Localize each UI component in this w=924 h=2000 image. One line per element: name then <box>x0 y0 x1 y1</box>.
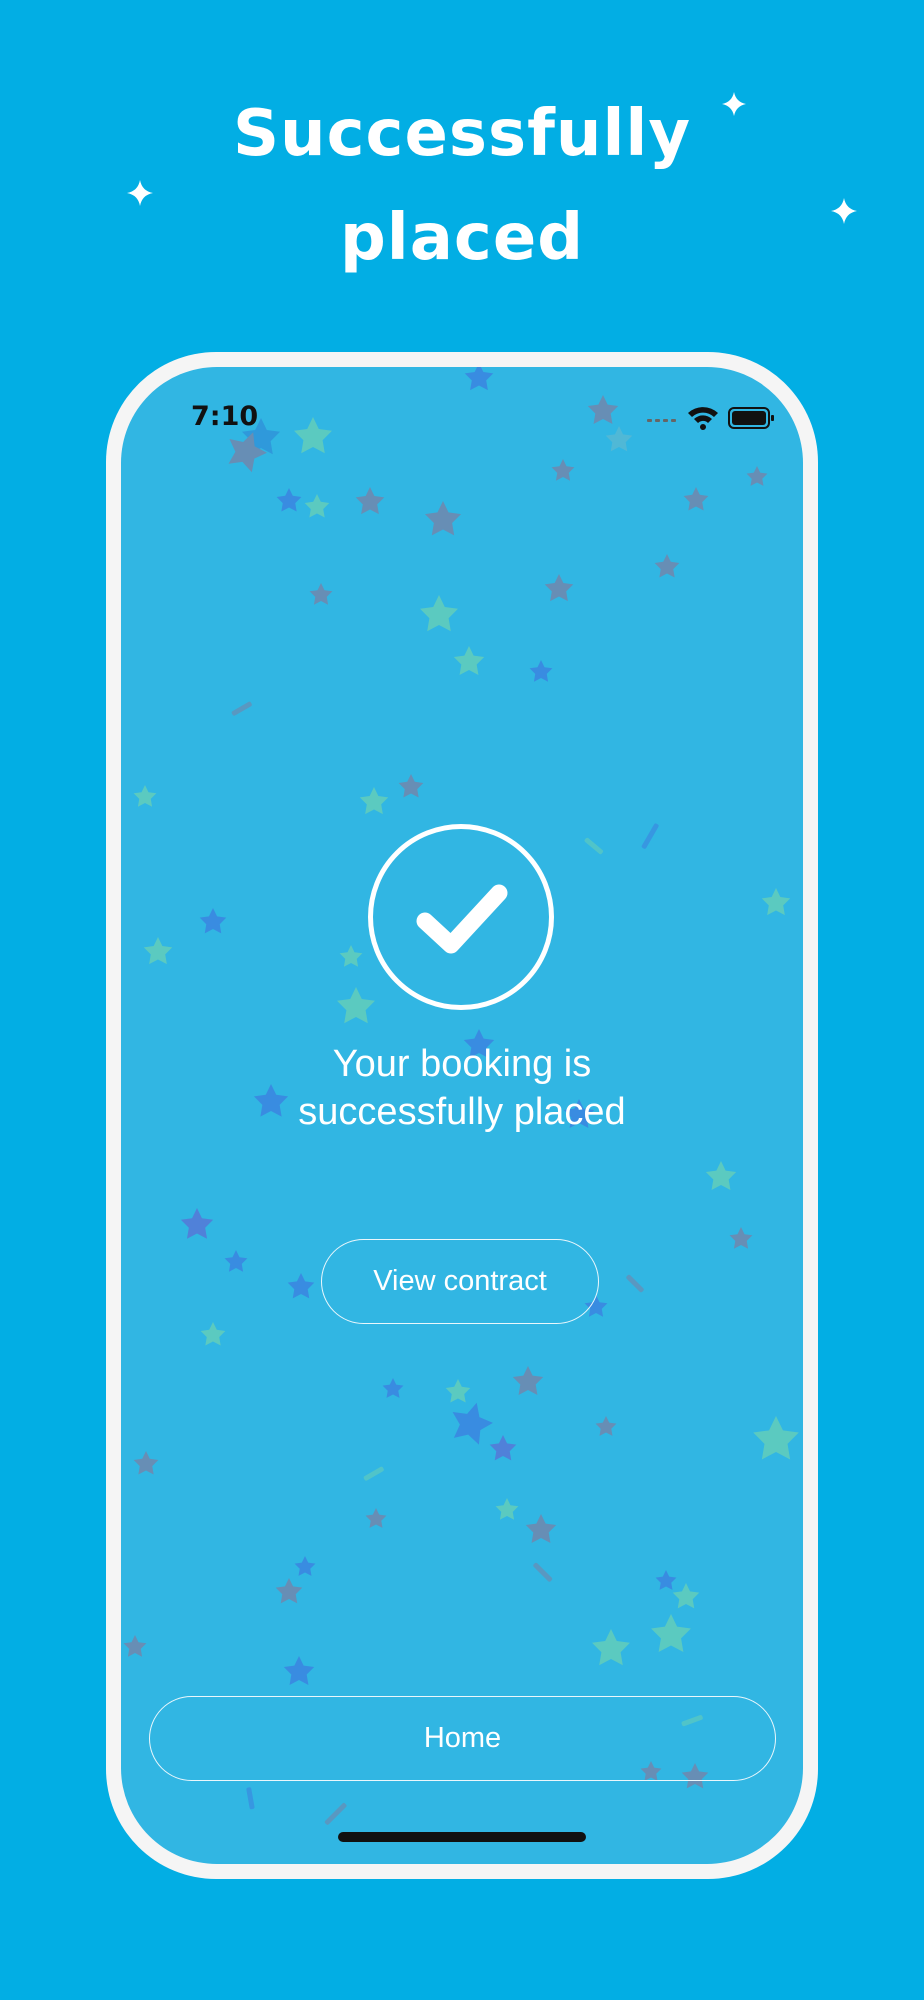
battery-icon <box>728 407 774 429</box>
sparkle-icon <box>722 92 746 116</box>
signal-icon <box>647 419 676 422</box>
headline-line-1: Successfully <box>232 97 692 171</box>
status-bar-time: 7:10 <box>191 401 259 432</box>
sparkle-icon <box>831 198 857 224</box>
sparkle-icon <box>127 180 153 206</box>
home-button[interactable]: Home <box>149 1696 776 1781</box>
message-line-2: successfully placed <box>298 1091 626 1133</box>
booking-confirmation-message: Your booking is successfully placed <box>121 1040 803 1136</box>
home-indicator[interactable] <box>338 1832 586 1842</box>
checkmark-circle-icon <box>368 824 554 1010</box>
view-contract-button[interactable]: View contract <box>321 1239 599 1324</box>
phone-screen: 7:10 Your booking is successfully placed… <box>121 367 803 1864</box>
wifi-icon <box>688 407 718 430</box>
status-bar-icons <box>647 407 774 430</box>
phone-frame: 7:10 Your booking is successfully placed… <box>106 352 818 1879</box>
message-line-1: Your booking is <box>332 1043 592 1085</box>
